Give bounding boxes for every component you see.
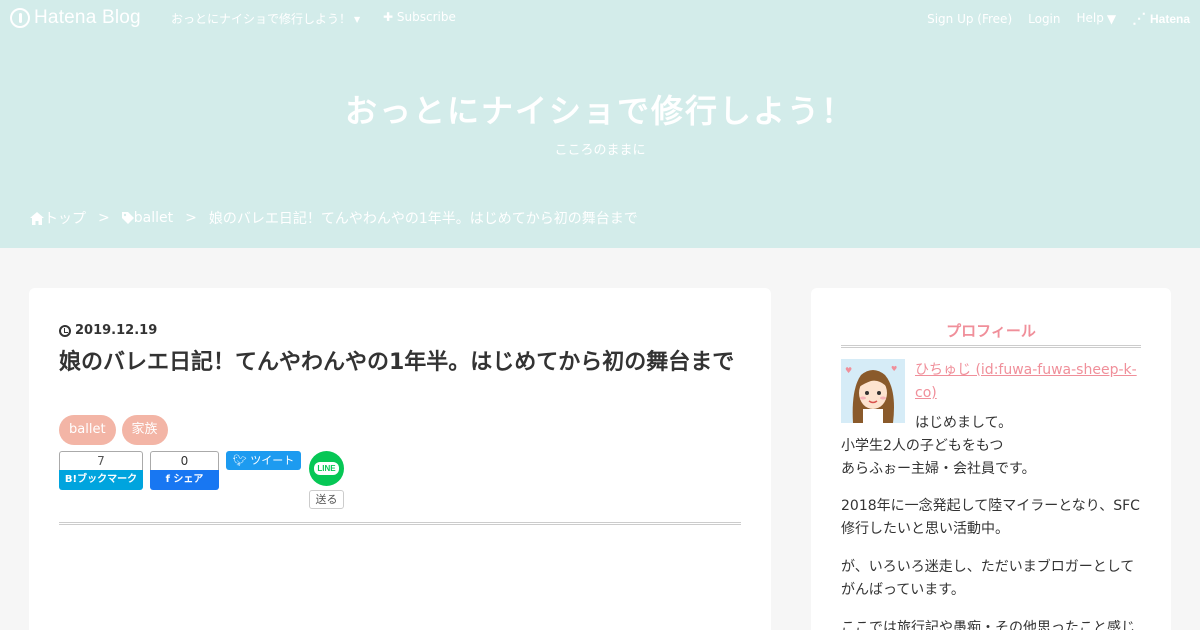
avatar-illustration: ♥ ♥ [841, 359, 905, 423]
share-buttons: 7 B!ブックマーク 0 f シェア 🐦︎ ツイート LINE 送る [59, 451, 345, 509]
hatena-bookmark-label: B!ブックマーク [59, 470, 143, 490]
profile-text-line: はじめまして。 [915, 415, 1013, 431]
hatena-logo-icon [10, 8, 30, 28]
blog-description: こころのままに [554, 143, 646, 158]
help-label: Help [1076, 11, 1104, 26]
entry-tags: ballet 家族 [59, 415, 168, 445]
blog-name-label: おっとにナイショで修行しよう！ [171, 12, 352, 26]
hatena-bookmark-button[interactable]: 7 B!ブックマーク [59, 451, 143, 490]
profile-text-line: 2018年に一念発起して陸マイラーとなり、SFC [841, 498, 1140, 514]
facebook-share-label: f シェア [150, 470, 219, 490]
facebook-share-button[interactable]: 0 f シェア [150, 451, 219, 490]
svg-text:♥: ♥ [845, 366, 852, 375]
hatena-blog-logo[interactable]: Hatena Blog [10, 7, 141, 29]
topbar-right: Sign Up (Free) Login Help ▼ ⋰ Hatena [927, 10, 1190, 27]
breadcrumb-home-label: トップ [44, 211, 86, 227]
clock-icon [59, 324, 71, 337]
entry-date[interactable]: 2019.12.19 [59, 323, 157, 338]
tag-icon [121, 212, 134, 224]
tweet-label: ツイート [250, 454, 295, 467]
tag-ballet[interactable]: ballet [59, 415, 116, 445]
hatena-link[interactable]: ⋰ Hatena [1132, 10, 1190, 27]
hatena-topbar: Hatena Blog おっとにナイショで修行しよう！ ▼ ✚ Subscribe… [0, 0, 1200, 36]
line-icon-text: LINE [314, 462, 339, 475]
profile-text-line: がんばっています。 [841, 582, 965, 598]
profile-heading: プロフィール [946, 322, 1036, 340]
breadcrumb-separator: > [185, 210, 197, 226]
line-share: LINE 送る [309, 451, 345, 509]
subscribe-button[interactable]: ✚ Subscribe [383, 10, 456, 24]
caret-down-icon: ▼ [354, 15, 361, 24]
divider [59, 522, 741, 525]
breadcrumb-current: 娘のバレエ日記！てんやわんやの1年半。はじめてから初の舞台まで [208, 211, 638, 227]
profile-text-line: が、いろいろ迷走し、ただいまブロガーとして [841, 559, 1135, 575]
article-card: 2019.12.19 娘のバレエ日記！てんやわんやの1年半。はじめてから初の舞台… [29, 288, 771, 630]
logo-text: Hatena Blog [34, 7, 141, 28]
profile-text-line: あらふぉー主婦・会社員です。 [841, 461, 1036, 477]
svg-text:♥: ♥ [891, 365, 897, 373]
hatena-label: Hatena [1149, 12, 1190, 26]
profile-text-line: 小学生2人の子どもをもつ [841, 438, 1004, 454]
avatar[interactable]: ♥ ♥ [841, 359, 905, 423]
profile-text-line: 修行したいと思い活動中。 [841, 521, 1009, 537]
help-menu[interactable]: Help ▼ [1077, 11, 1117, 26]
entry-title[interactable]: 娘のバレエ日記！てんやわんやの1年半。はじめてから初の舞台まで [59, 348, 739, 378]
hatena-bookmark-count: 7 [59, 451, 143, 470]
divider [841, 345, 1141, 348]
caret-down-icon: ▼ [1106, 11, 1117, 26]
breadcrumb-category-label: ballet [133, 210, 174, 226]
tag-family[interactable]: 家族 [121, 415, 168, 445]
twitter-icon: 🐦︎ [232, 454, 247, 467]
plus-icon: ✚ [383, 10, 394, 24]
login-link[interactable]: Login [1028, 12, 1060, 26]
breadcrumb-separator: > [98, 210, 110, 226]
breadcrumb-category[interactable]: ballet [121, 210, 174, 226]
tweet-button[interactable]: 🐦︎ ツイート [226, 451, 301, 470]
subscribe-label: Subscribe [396, 10, 456, 24]
profile-text-line: ここでは旅行記や愚痴・その他思ったこと感じ [841, 620, 1135, 630]
breadcrumb-home[interactable]: トップ [30, 208, 86, 228]
entry-date-text: 2019.12.19 [75, 323, 158, 338]
facebook-share-count: 0 [150, 451, 219, 470]
line-icon[interactable]: LINE [309, 451, 344, 486]
breadcrumb: トップ > ballet > 娘のバレエ日記！てんやわんやの1年半。はじめてから… [30, 208, 638, 228]
signup-link[interactable]: Sign Up (Free) [927, 12, 1012, 26]
profile-name-link[interactable]: ひちゅじ (id:fuwa-fuwa-sheep-k-co) [915, 359, 1145, 405]
line-send-button[interactable]: 送る [309, 490, 344, 509]
home-icon [30, 211, 44, 225]
sidebar-profile: プロフィール ♥ ♥ ひちゅじ (id:fuwa-fuwa-sheep-k-co… [811, 288, 1171, 630]
blog-name-menu[interactable]: おっとにナイショで修行しよう！ ▼ [171, 10, 360, 27]
blog-title[interactable]: おっとにナイショで修行しよう！ [0, 86, 1200, 132]
